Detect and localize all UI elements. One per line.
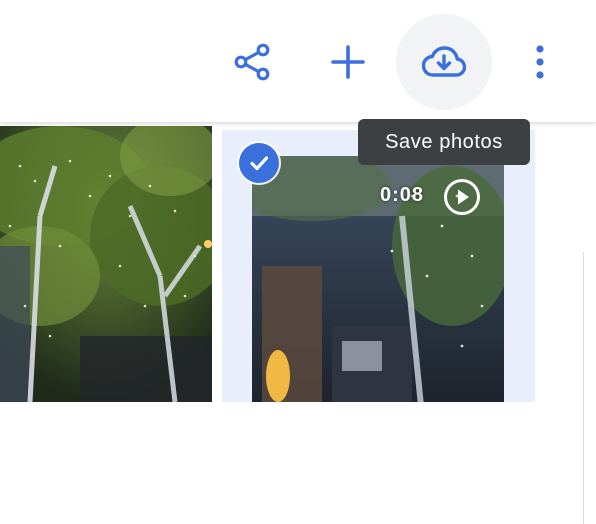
grid-divider <box>583 252 584 524</box>
top-toolbar <box>0 0 596 122</box>
more-options-button[interactable] <box>492 14 588 110</box>
more-vert-icon <box>536 45 544 79</box>
cloud-download-icon <box>422 46 466 77</box>
selected-check-icon[interactable] <box>239 143 279 183</box>
selected-video-tile[interactable] <box>222 130 535 402</box>
share-icon <box>234 43 270 81</box>
tree-lights-photo <box>0 126 212 402</box>
photo-thumbnail-trees[interactable] <box>0 126 212 402</box>
save-photos-tooltip: Save photos <box>358 119 530 165</box>
save-photos-button[interactable] <box>396 14 492 110</box>
play-icon[interactable] <box>443 178 481 216</box>
share-button[interactable] <box>204 14 300 110</box>
add-icon <box>331 45 365 79</box>
video-duration: 0:08 <box>380 184 425 206</box>
add-button[interactable] <box>300 14 396 110</box>
